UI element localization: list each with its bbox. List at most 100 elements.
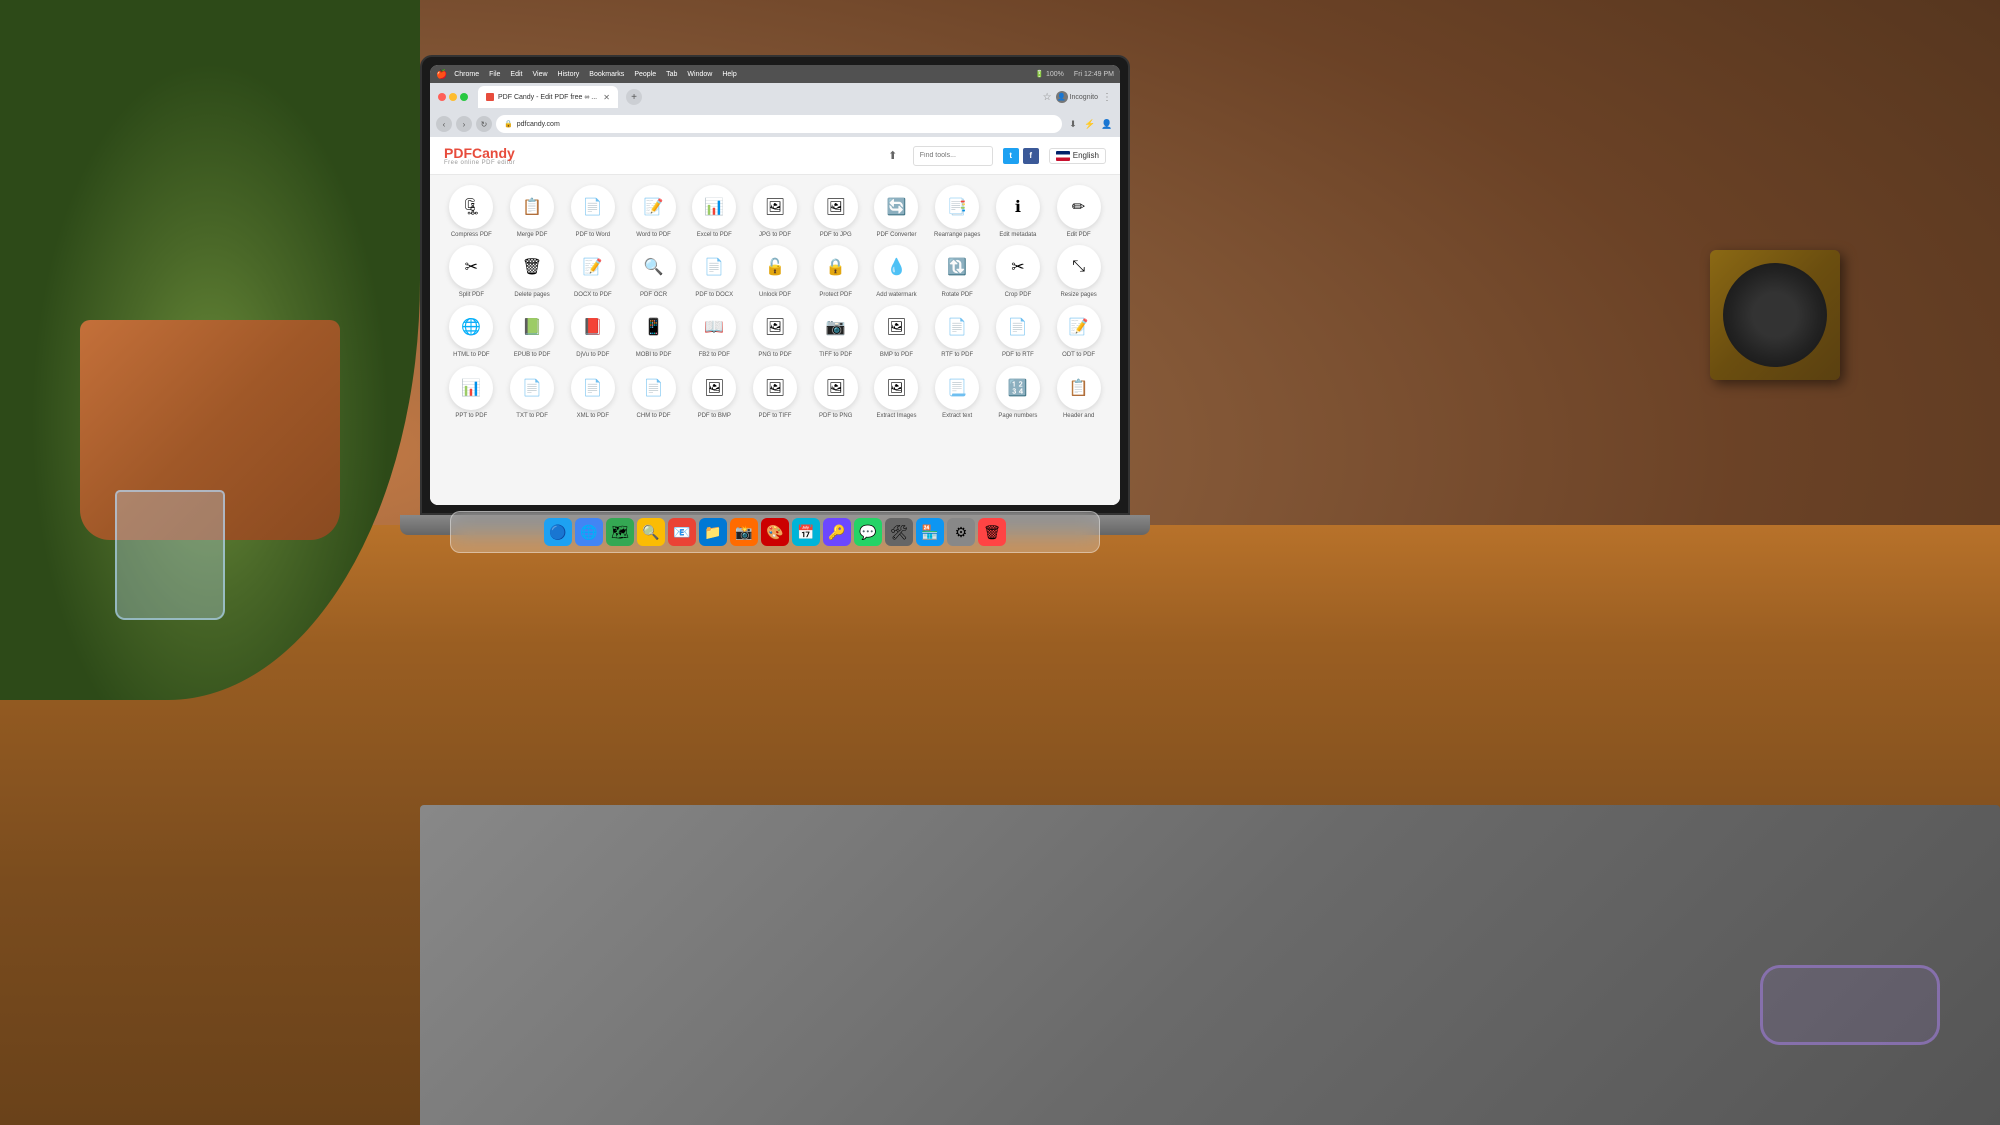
tool-item-pdf-to-jpg[interactable]: 🖼PDF to JPG xyxy=(808,185,863,239)
menu-people[interactable]: People xyxy=(631,71,659,78)
pdfcandy-website: PDFCandy Free online PDF editor ⬆ t f xyxy=(430,137,1120,505)
chrome-menu-button[interactable]: ⋮ xyxy=(1102,92,1112,103)
tool-item-pdf-to-rtf[interactable]: 📄PDF to RTF xyxy=(991,305,1046,359)
close-window-button[interactable] xyxy=(438,93,446,101)
dock-item-0[interactable]: 🔵 xyxy=(544,518,572,546)
dock-item-12[interactable]: 🏪 xyxy=(916,518,944,546)
browser-tab-pdfcandy[interactable]: PDF Candy - Edit PDF free ∞ ... ✕ xyxy=(478,86,618,108)
tool-item-epub-to-pdf[interactable]: 📗EPUB to PDF xyxy=(505,305,560,359)
facebook-icon[interactable]: f xyxy=(1023,148,1039,164)
tool-item-delete-pages[interactable]: 🗑Delete pages xyxy=(505,245,560,299)
tool-item-split-pdf[interactable]: ✂Split PDF xyxy=(444,245,499,299)
tool-item-fb2-to-pdf[interactable]: 📖FB2 to PDF xyxy=(687,305,742,359)
menu-view[interactable]: View xyxy=(529,71,550,78)
tool-item-extract-images[interactable]: 🖼Extract Images xyxy=(869,366,924,420)
tool-item-rotate-pdf[interactable]: 🔃Rotate PDF xyxy=(930,245,985,299)
tool-label-43: Header and xyxy=(1063,413,1094,420)
dock-item-6[interactable]: 📸 xyxy=(730,518,758,546)
dock-item-10[interactable]: 💬 xyxy=(854,518,882,546)
dock-item-7[interactable]: 🎨 xyxy=(761,518,789,546)
tool-item-jpg-to-pdf[interactable]: 🖼JPG to PDF xyxy=(748,185,803,239)
tool-item-edit-pdf[interactable]: ✏Edit PDF xyxy=(1051,185,1106,239)
tool-item-djvu-to-pdf[interactable]: 📕DjVu to PDF xyxy=(565,305,620,359)
dock-item-4[interactable]: 📧 xyxy=(668,518,696,546)
forward-button[interactable]: › xyxy=(456,116,472,132)
tool-item-pdf-to-word[interactable]: 📄PDF to Word xyxy=(565,185,620,239)
tool-item-tiff-to-pdf[interactable]: 📷TIFF to PDF xyxy=(808,305,863,359)
tool-item-pdf-to-tiff[interactable]: 🖼PDF to TIFF xyxy=(748,366,803,420)
tool-item-rtf-to-pdf[interactable]: 📄RTF to PDF xyxy=(930,305,985,359)
new-tab-button[interactable]: + xyxy=(626,89,642,105)
tool-item-unlock-pdf[interactable]: 🔓Unlock PDF xyxy=(748,245,803,299)
tool-item-docx-to-pdf[interactable]: 📝DOCX to PDF xyxy=(565,245,620,299)
dock-item-14[interactable]: 🗑 xyxy=(978,518,1006,546)
menu-file[interactable]: File xyxy=(486,71,503,78)
tool-item-header-and[interactable]: 📋Header and xyxy=(1051,366,1106,420)
apple-menu-icon[interactable]: 🍎 xyxy=(436,69,447,80)
back-button[interactable]: ‹ xyxy=(436,116,452,132)
tool-item-pdf-converter[interactable]: 🔄PDF Converter xyxy=(869,185,924,239)
tool-icon-2: 📄 xyxy=(571,185,615,229)
bookmark-star-icon[interactable]: ☆ xyxy=(1043,92,1052,103)
download-icon[interactable]: ⬇ xyxy=(1066,117,1080,131)
tool-item-add-watermark[interactable]: 💧Add watermark xyxy=(869,245,924,299)
minimize-window-button[interactable] xyxy=(449,93,457,101)
dock-item-8[interactable]: 📅 xyxy=(792,518,820,546)
tool-item-bmp-to-pdf[interactable]: 🖼BMP to PDF xyxy=(869,305,924,359)
tool-item-rearrange-pages[interactable]: 📑Rearrange pages xyxy=(930,185,985,239)
twitter-icon[interactable]: t xyxy=(1003,148,1019,164)
dock-item-11[interactable]: 🛠 xyxy=(885,518,913,546)
dock-item-13[interactable]: ⚙ xyxy=(947,518,975,546)
menu-tab[interactable]: Tab xyxy=(663,71,680,78)
pdfcandy-logo: PDFCandy Free online PDF editor xyxy=(444,146,515,166)
tool-item-pdf-to-docx[interactable]: 📄PDF to DOCX xyxy=(687,245,742,299)
tool-item-word-to-pdf[interactable]: 📝Word to PDF xyxy=(626,185,681,239)
profile-icon[interactable]: 👤 xyxy=(1100,117,1114,131)
tool-item-merge-pdf[interactable]: 📋Merge PDF xyxy=(505,185,560,239)
extensions-icon[interactable]: ⚡ xyxy=(1083,117,1097,131)
dock-item-5[interactable]: 📁 xyxy=(699,518,727,546)
dock-item-2[interactable]: 🗺 xyxy=(606,518,634,546)
search-input[interactable] xyxy=(913,146,993,166)
tool-item-xml-to-pdf[interactable]: 📄XML to PDF xyxy=(565,366,620,420)
tool-item-pdf-to-bmp[interactable]: 🖼PDF to BMP xyxy=(687,366,742,420)
tool-item-crop-pdf[interactable]: ✂Crop PDF xyxy=(991,245,1046,299)
tool-item-protect-pdf[interactable]: 🔒Protect PDF xyxy=(808,245,863,299)
tool-item-edit-metadata[interactable]: ℹEdit metadata xyxy=(991,185,1046,239)
tool-item-compress-pdf[interactable]: 🗜Compress PDF xyxy=(444,185,499,239)
fullscreen-window-button[interactable] xyxy=(460,93,468,101)
language-label: English xyxy=(1073,151,1099,160)
dock-item-3[interactable]: 🔍 xyxy=(637,518,665,546)
tool-item-mobi-to-pdf[interactable]: 📱MOBI to PDF xyxy=(626,305,681,359)
menu-chrome[interactable]: Chrome xyxy=(451,71,482,78)
tool-item-pdf-to-png[interactable]: 🖼PDF to PNG xyxy=(808,366,863,420)
tool-item-ppt-to-pdf[interactable]: 📊PPT to PDF xyxy=(444,366,499,420)
macbook-screen: 🍎 Chrome File Edit View History Bookmark… xyxy=(430,65,1120,505)
tool-item-chm-to-pdf[interactable]: 📄CHM to PDF xyxy=(626,366,681,420)
tool-icon-13: 📝 xyxy=(571,245,615,289)
incognito-icon: 👤 xyxy=(1056,91,1068,103)
dock-item-1[interactable]: 🌐 xyxy=(575,518,603,546)
tool-item-txt-to-pdf[interactable]: 📄TXT to PDF xyxy=(505,366,560,420)
tab-close-button[interactable]: ✕ xyxy=(603,93,610,102)
tool-item-excel-to-pdf[interactable]: 📊Excel to PDF xyxy=(687,185,742,239)
language-selector[interactable]: English xyxy=(1049,148,1106,164)
refresh-button[interactable]: ↻ xyxy=(476,116,492,132)
tool-icon-14: 🔍 xyxy=(632,245,676,289)
menu-edit[interactable]: Edit xyxy=(507,71,525,78)
menu-window[interactable]: Window xyxy=(684,71,715,78)
upload-button[interactable]: ⬆ xyxy=(883,146,903,166)
menu-history[interactable]: History xyxy=(555,71,583,78)
tool-item-pdf-ocr[interactable]: 🔍PDF OCR xyxy=(626,245,681,299)
dock-item-9[interactable]: 🔑 xyxy=(823,518,851,546)
tool-item-resize-pages[interactable]: ⤡Resize pages xyxy=(1051,245,1106,299)
menu-bookmarks[interactable]: Bookmarks xyxy=(586,71,627,78)
tool-item-page-numbers[interactable]: 🔢Page numbers xyxy=(991,366,1046,420)
address-bar[interactable]: 🔒 pdfcandy.com xyxy=(496,115,1062,133)
tool-item-extract-text[interactable]: 📃Extract text xyxy=(930,366,985,420)
menu-help[interactable]: Help xyxy=(719,71,739,78)
tool-item-html-to-pdf[interactable]: 🌐HTML to PDF xyxy=(444,305,499,359)
chrome-window-actions: ☆ 👤 Incognito ⋮ xyxy=(1043,91,1112,103)
tool-item-png-to-pdf[interactable]: 🖼PNG to PDF xyxy=(748,305,803,359)
tool-item-odt-to-pdf[interactable]: 📝ODT to PDF xyxy=(1051,305,1106,359)
